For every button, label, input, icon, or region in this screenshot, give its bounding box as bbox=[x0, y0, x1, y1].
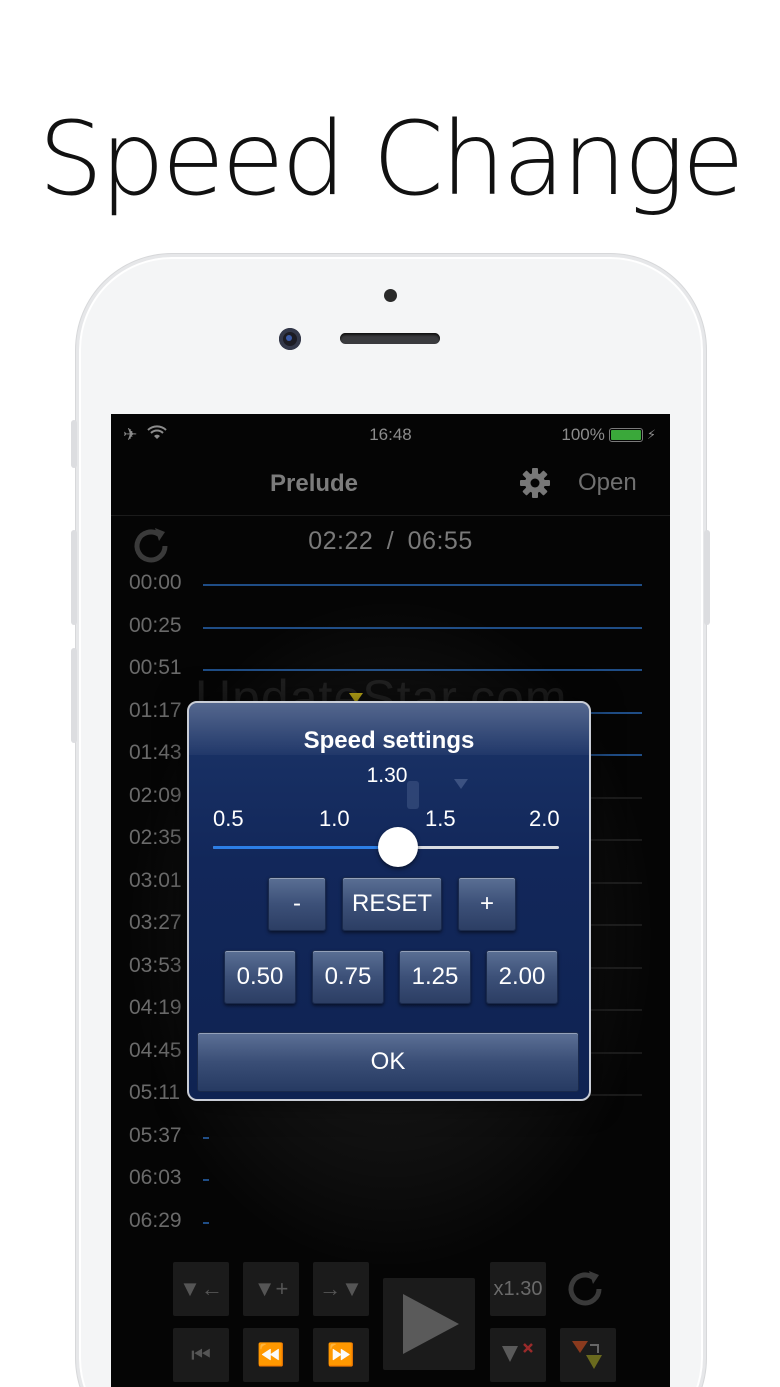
timeline-row[interactable]: 05:37 bbox=[111, 1117, 670, 1160]
front-camera bbox=[279, 328, 301, 350]
speed-slider-fill bbox=[213, 846, 398, 849]
timeline-line bbox=[203, 584, 642, 586]
dialog-title: Speed settings bbox=[303, 727, 475, 754]
volume-up-button bbox=[71, 530, 77, 625]
timeline-time-label: 05:37 bbox=[129, 1123, 182, 1147]
preset-button-2[interactable]: 1.25 bbox=[399, 950, 471, 1004]
timeline-time-label: 00:00 bbox=[129, 571, 182, 594]
battery-percent: 100% bbox=[561, 425, 605, 444]
scale-label-3: 2.0 bbox=[529, 806, 560, 831]
timeline-time-label: 03:01 bbox=[129, 868, 182, 892]
speed-reset-button[interactable]: RESET bbox=[342, 877, 442, 931]
marker-add-button[interactable]: ▼+ bbox=[243, 1262, 299, 1316]
timeline-time-label: 01:17 bbox=[129, 698, 182, 722]
rewind-icon[interactable]: ⏪ bbox=[243, 1328, 299, 1382]
timeline-time-label: 04:45 bbox=[129, 1038, 182, 1062]
timeline-time-label: 03:53 bbox=[129, 953, 182, 977]
timeline-time-label: 03:27 bbox=[129, 911, 182, 934]
charging-icon: ⚡ bbox=[646, 427, 656, 442]
status-bar: ✈ 16:48 100% ⚡ bbox=[111, 414, 670, 456]
scale-label-2: 1.5 bbox=[425, 806, 456, 831]
speed-plus-button[interactable]: + bbox=[458, 877, 516, 931]
timeline-time-label: 01:43 bbox=[129, 741, 182, 764]
battery-icon bbox=[608, 428, 643, 442]
earpiece-speaker bbox=[340, 333, 440, 344]
track-title: Prelude bbox=[270, 470, 359, 497]
scale-label-1: 1.0 bbox=[319, 806, 350, 831]
scale-label-0: 0.5 bbox=[213, 806, 244, 831]
gear-icon[interactable] bbox=[518, 466, 552, 500]
current-time: 02:22 bbox=[308, 527, 374, 555]
marker-forward-button[interactable]: →▼ bbox=[313, 1262, 369, 1316]
open-button[interactable]: Open bbox=[578, 469, 637, 497]
app-screen: ✈ 16:48 100% ⚡ Prelude Open 02:22 / 06:5… bbox=[111, 414, 670, 1387]
marker-delete-button[interactable] bbox=[490, 1328, 546, 1382]
time-separator: / bbox=[386, 527, 395, 555]
loop-bottom-icon[interactable] bbox=[557, 1262, 613, 1316]
timeline-line bbox=[203, 1179, 209, 1181]
timeline-time-label: 00:25 bbox=[129, 613, 182, 637]
preset-button-1[interactable]: 0.75 bbox=[312, 950, 384, 1004]
timeline-time-label: 00:51 bbox=[129, 656, 182, 679]
timeline-time-label: 06:03 bbox=[129, 1166, 182, 1189]
timeline-line bbox=[203, 626, 642, 629]
preset-button-3[interactable]: 2.00 bbox=[486, 950, 558, 1004]
mute-switch bbox=[71, 420, 77, 468]
nav-bar: Prelude Open bbox=[111, 456, 670, 516]
timeline-line bbox=[203, 1221, 209, 1224]
speed-minus-button[interactable]: - bbox=[268, 877, 326, 931]
headline: Speed Change bbox=[38, 100, 744, 219]
speed-value: 1.30 bbox=[366, 764, 408, 787]
fast-forward-icon[interactable]: ⏩ bbox=[313, 1328, 369, 1382]
preset-button-0[interactable]: 0.50 bbox=[224, 950, 296, 1004]
proximity-sensor bbox=[384, 289, 397, 302]
skip-start-icon[interactable]: ⏮ bbox=[173, 1328, 229, 1382]
playback-time: 02:22 / 06:55 bbox=[111, 527, 670, 556]
timeline-time-label: 02:35 bbox=[129, 826, 182, 849]
play-button[interactable] bbox=[383, 1278, 475, 1370]
speed-badge-button[interactable]: x1.30 bbox=[490, 1262, 546, 1316]
power-button bbox=[704, 530, 710, 625]
timeline-row[interactable]: 06:29 bbox=[111, 1202, 670, 1245]
timeline-row[interactable]: 06:03 bbox=[111, 1159, 670, 1202]
timeline-time-label: 04:19 bbox=[129, 996, 182, 1019]
timeline-time-label: 06:29 bbox=[129, 1208, 182, 1232]
volume-down-button bbox=[71, 648, 77, 743]
timeline-time-label: 02:09 bbox=[129, 783, 182, 807]
timeline-row[interactable]: 00:25 bbox=[111, 607, 670, 650]
speed-slider-thumb[interactable] bbox=[377, 827, 418, 867]
speed-settings-dialog: Speed settings 1.30 0.5 1.0 1.5 2.0 - RE… bbox=[187, 701, 591, 1101]
marker-back-button[interactable]: ▼← bbox=[173, 1262, 229, 1316]
timeline-time-label: 05:11 bbox=[129, 1081, 180, 1104]
total-time: 06:55 bbox=[407, 527, 473, 555]
timeline-line bbox=[203, 1136, 209, 1139]
ok-button[interactable]: OK bbox=[197, 1032, 579, 1092]
timeline-row[interactable]: 00:00 bbox=[111, 564, 670, 607]
marker-swap-button[interactable] bbox=[560, 1328, 616, 1382]
